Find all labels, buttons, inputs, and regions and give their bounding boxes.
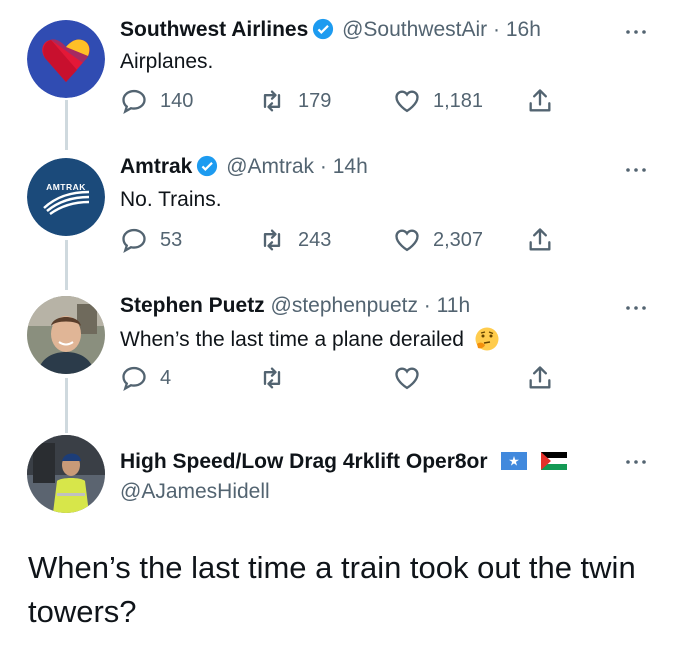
reply-icon [122, 89, 146, 114]
tweet-text-content: When’s the last time a plane derailed [120, 328, 464, 351]
retweet-icon [263, 229, 281, 251]
amtrak-avatar[interactable]: AMTRAK [27, 158, 105, 236]
display-name[interactable]: Southwest Airlines [120, 18, 308, 41]
reply-count: 4 [160, 366, 172, 389]
tweet-header: Stephen Puetz @stephenpuetz · 11h [120, 294, 470, 318]
southwest-avatar[interactable] [27, 20, 105, 98]
display-name[interactable]: High Speed/Low Drag 4rklift Oper8or [120, 450, 488, 473]
user-handle[interactable]: @stephenpuetz [271, 294, 418, 317]
more-options-icon[interactable] [620, 298, 652, 318]
share-icon [529, 228, 551, 251]
verified-badge-icon [197, 155, 218, 177]
like-count: 1,181 [433, 89, 484, 112]
profile-photo [27, 296, 105, 374]
reply-button[interactable]: 140 [120, 87, 193, 115]
tweet-text: No. Trains. [120, 188, 222, 211]
user-handle[interactable]: @AJamesHidell [120, 480, 270, 503]
share-icon [529, 89, 551, 112]
display-name[interactable]: Stephen Puetz [120, 294, 265, 317]
somalia-flag-icon [501, 452, 528, 470]
reply-count: 140 [160, 89, 194, 112]
more-options-icon[interactable] [620, 160, 652, 180]
separator-dot: · [319, 155, 327, 178]
tweet-header: High Speed/Low Drag 4rklift Oper8or [120, 450, 568, 474]
southwest-heart-logo [27, 20, 105, 98]
heart-icon [395, 367, 419, 390]
display-name[interactable]: Amtrak [120, 155, 192, 178]
retweet-button[interactable]: 243 [258, 226, 331, 254]
amtrak-logo: AMTRAK [27, 158, 105, 236]
tweet-text: When’s the last time a plane derailed [120, 326, 500, 352]
more-options-icon[interactable] [620, 452, 652, 472]
heart-icon [395, 90, 419, 113]
share-icon [529, 366, 551, 389]
separator-dot: · [423, 294, 431, 317]
retweet-icon [263, 367, 281, 389]
profile-photo [27, 435, 105, 513]
tweet-text: Airplanes. [120, 50, 214, 73]
timestamp[interactable]: 11h [437, 294, 470, 317]
user-handle[interactable]: @Amtrak [226, 155, 314, 178]
more-options-icon[interactable] [620, 22, 652, 42]
tweet-header: Southwest Airlines @SouthwestAir · 16h [120, 18, 541, 42]
reply-button[interactable]: 4 [120, 364, 171, 392]
share-button[interactable] [526, 226, 554, 254]
timestamp[interactable]: 14h [333, 155, 368, 178]
reply-button[interactable]: 53 [120, 226, 182, 254]
heart-icon [395, 229, 419, 252]
like-button[interactable] [393, 364, 421, 392]
reply-icon [122, 366, 146, 391]
share-button[interactable] [526, 87, 554, 115]
retweet-button[interactable]: 179 [258, 87, 331, 115]
retweet-count: 243 [298, 228, 332, 251]
like-button[interactable]: 1,181 [393, 87, 483, 115]
like-count: 2,307 [433, 228, 484, 251]
palestine-flag-icon [541, 452, 568, 470]
main-tweet-text: When’s the last time a train took out th… [28, 550, 636, 629]
timestamp[interactable]: 16h [506, 18, 541, 41]
thread-line [65, 240, 68, 290]
retweet-icon [263, 90, 281, 112]
tweet-handle-row: @AJamesHidell [120, 480, 270, 504]
thinking-face-emoji-icon [475, 327, 499, 351]
user-handle[interactable]: @SouthwestAir [342, 18, 487, 41]
reply-count: 53 [160, 228, 183, 251]
retweet-count: 179 [298, 89, 332, 112]
svg-text:AMTRAK: AMTRAK [46, 182, 86, 192]
retweet-button[interactable] [258, 364, 286, 392]
thread-line [65, 378, 68, 433]
verified-badge-icon [313, 18, 334, 40]
share-button[interactable] [526, 364, 554, 392]
reply-icon [122, 228, 146, 253]
separator-dot: · [493, 18, 500, 41]
user-avatar[interactable] [27, 435, 105, 513]
user-avatar[interactable] [27, 296, 105, 374]
like-button[interactable]: 2,307 [393, 226, 483, 254]
tweet-header: Amtrak @Amtrak · 14h [120, 155, 368, 179]
thread-line [65, 100, 68, 150]
